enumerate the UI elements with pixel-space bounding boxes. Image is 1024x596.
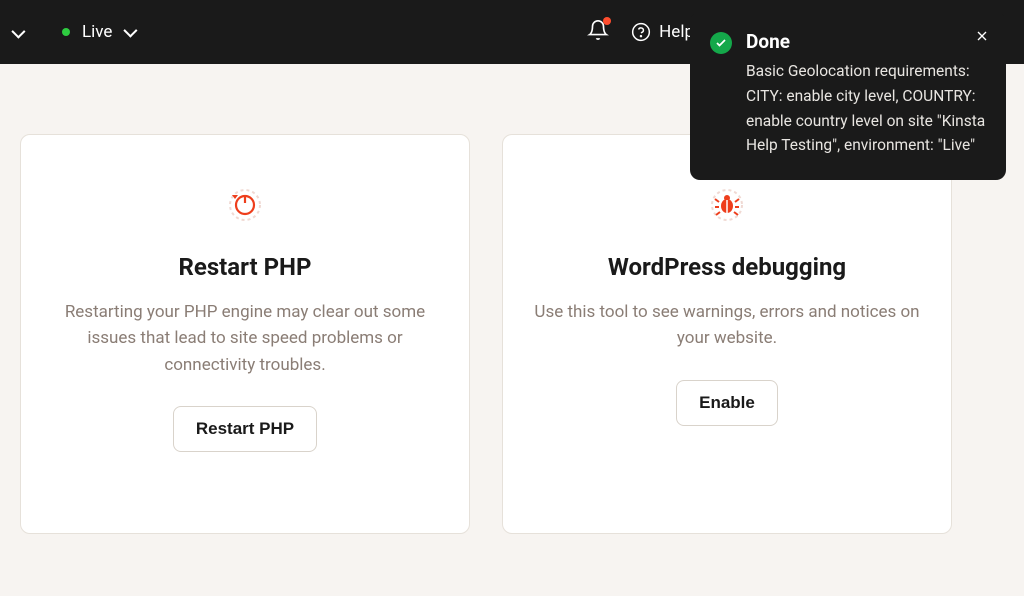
help-button[interactable]: Help <box>631 22 694 42</box>
toast-title: Done <box>746 30 986 53</box>
card-restart-php: Restart PHP Restarting your PHP engine m… <box>20 134 470 534</box>
success-check-icon <box>710 32 732 54</box>
status-dot-icon <box>62 28 70 36</box>
environment-label: Live <box>82 22 112 42</box>
enable-debugging-button[interactable]: Enable <box>676 380 778 426</box>
card-title: WordPress debugging <box>608 253 846 281</box>
close-icon <box>974 28 990 44</box>
restart-icon <box>223 183 267 227</box>
restart-php-button[interactable]: Restart PHP <box>173 406 317 452</box>
notification-dot-icon <box>603 17 611 25</box>
toast-notification: Done Basic Geolocation require­ments: CI… <box>690 12 1006 180</box>
bug-icon <box>705 183 749 227</box>
notifications-button[interactable] <box>587 19 609 45</box>
card-description: Restarting your PHP engine may clear out… <box>51 299 439 378</box>
card-description: Use this tool to see warnings, errors an… <box>533 299 921 352</box>
card-title: Restart PHP <box>179 253 312 281</box>
toast-message: Basic Geolocation require­ments: CITY: e… <box>746 59 986 158</box>
help-circle-icon <box>631 22 651 42</box>
environment-selector[interactable]: Live <box>62 22 134 42</box>
card-wordpress-debugging: WordPress debugging Use this tool to see… <box>502 134 952 534</box>
chevron-down-icon <box>124 24 138 38</box>
site-selector-chevron[interactable] <box>12 23 22 42</box>
toast-close-button[interactable] <box>974 28 990 48</box>
help-label: Help <box>659 22 694 42</box>
